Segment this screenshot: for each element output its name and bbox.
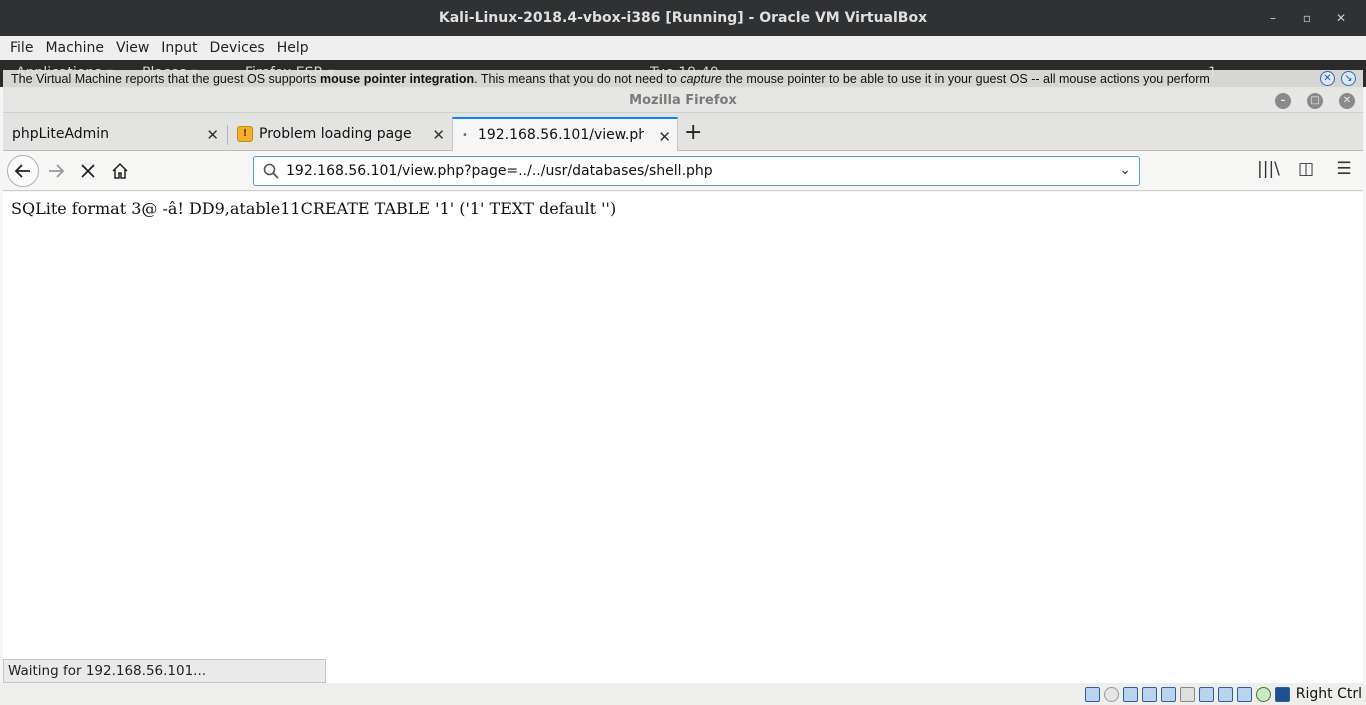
sidebar-icon[interactable]: ◫ — [1295, 159, 1317, 179]
tab-label: Problem loading page — [259, 126, 412, 142]
new-tab-button[interactable]: + — [684, 122, 702, 144]
shared-folder-icon[interactable] — [1179, 686, 1195, 702]
ff-close-icon[interactable]: ✕ — [1339, 93, 1355, 109]
tab-view-php[interactable]: • 192.168.56.101/view.php ✕ — [452, 117, 678, 151]
tab-label: 192.168.56.101/view.php — [477, 127, 644, 143]
tab-close-icon[interactable]: ✕ — [432, 126, 445, 144]
chevron-down-icon[interactable]: ⌄ — [1119, 162, 1131, 178]
host-menubar: File Machine View Input Devices Help — [0, 36, 1366, 60]
tab-bar: phpLiteAdmin ✕ ! Problem loading page ✕ … — [3, 113, 1363, 151]
host-titlebar: Kali-Linux-2018.4-vbox-i386 [Running] - … — [0, 0, 1366, 36]
notice-bold: mouse pointer integration — [319, 72, 475, 86]
notice-text-3: the mouse pointer to be able to use it i… — [722, 72, 1210, 86]
url-bar[interactable]: 192.168.56.101/view.php?page=../../usr/d… — [253, 156, 1140, 186]
host-window-controls: – ▫ ✕ — [1258, 0, 1356, 36]
tab-problem-loading[interactable]: ! Problem loading page ✕ — [228, 117, 451, 151]
cpu-icon[interactable] — [1236, 686, 1252, 702]
stop-button[interactable] — [72, 155, 104, 187]
network-icon[interactable] — [1141, 686, 1157, 702]
notice-text-2: . This means that you do not need to — [474, 72, 681, 86]
menu-file[interactable]: File — [4, 40, 39, 56]
ff-minimize-icon[interactable]: – — [1275, 93, 1291, 109]
ff-maximize-icon[interactable]: □ — [1307, 93, 1323, 109]
maximize-button[interactable]: ▫ — [1292, 11, 1322, 25]
close-button[interactable]: ✕ — [1326, 11, 1356, 25]
navigation-toolbar: 192.168.56.101/view.php?page=../../usr/d… — [3, 151, 1363, 191]
page-body-text: SQLite format 3@ -â! DD9,atable11CREATE … — [11, 199, 617, 218]
forward-button[interactable] — [40, 155, 72, 187]
search-icon — [263, 163, 279, 179]
warning-icon: ! — [237, 126, 253, 142]
notice-close-icon[interactable]: ✕ — [1320, 71, 1335, 86]
firefox-window-title: Mozilla Firefox — [629, 93, 737, 108]
forward-arrow-icon — [49, 164, 65, 178]
loading-dot-icon: • — [462, 129, 468, 141]
firefox-titlebar: Mozilla Firefox – □ ✕ — [3, 89, 1363, 113]
home-button[interactable] — [104, 155, 136, 187]
optical-drive-icon[interactable] — [1103, 686, 1119, 702]
tab-close-icon[interactable]: ✕ — [658, 128, 671, 146]
display-icon[interactable] — [1198, 686, 1214, 702]
mouse-integration-icon[interactable]: ↘ — [1341, 71, 1356, 86]
home-icon — [112, 162, 128, 179]
stop-x-icon — [81, 164, 95, 178]
menu-machine[interactable]: Machine — [39, 40, 110, 56]
tab-label: phpLiteAdmin — [12, 126, 110, 142]
usb-icon[interactable] — [1160, 686, 1176, 702]
video-capture-icon[interactable] — [1217, 686, 1233, 702]
host-statusbar: Right Ctrl — [0, 683, 1366, 705]
tab-phpliteadmin[interactable]: phpLiteAdmin ✕ — [3, 117, 225, 151]
library-icon[interactable]: |||\ — [1257, 159, 1280, 179]
vm-display[interactable]: Applications ▾ Places ▾ Firefox ESR ▾ Tu… — [0, 60, 1366, 683]
hamburger-menu-icon[interactable]: ☰ — [1333, 159, 1355, 179]
back-arrow-icon — [14, 164, 30, 178]
minimize-button[interactable]: – — [1258, 11, 1288, 25]
audio-icon[interactable] — [1122, 686, 1138, 702]
url-text[interactable]: 192.168.56.101/view.php?page=../../usr/d… — [286, 163, 713, 179]
back-button[interactable] — [7, 155, 39, 187]
host-window-title: Kali-Linux-2018.4-vbox-i386 [Running] - … — [438, 10, 928, 26]
notice-text-1: The Virtual Machine reports that the gue… — [11, 72, 320, 86]
firefox-window-controls: – □ ✕ — [1275, 93, 1355, 109]
menu-view[interactable]: View — [110, 40, 155, 56]
notice-italic: capture — [680, 72, 723, 86]
menu-help[interactable]: Help — [271, 40, 315, 56]
host-key-label[interactable]: Right Ctrl — [1296, 686, 1362, 702]
notice-controls: ✕ ↘ — [1320, 71, 1356, 86]
mouse-integration-notice: The Virtual Machine reports that the gue… — [3, 70, 1363, 89]
toolbar-right: |||\ ◫ ☰ — [1257, 159, 1355, 179]
keyboard-capture-icon[interactable] — [1274, 686, 1290, 702]
hdd-icon[interactable] — [1084, 686, 1100, 702]
menu-input[interactable]: Input — [155, 40, 203, 56]
status-panel: Waiting for 192.168.56.101... — [3, 659, 326, 683]
mouse-integration-status-icon[interactable] — [1255, 686, 1271, 702]
menu-devices[interactable]: Devices — [204, 40, 271, 56]
page-content[interactable]: SQLite format 3@ -â! DD9,atable11CREATE … — [3, 192, 1363, 683]
tab-close-icon[interactable]: ✕ — [206, 126, 219, 144]
